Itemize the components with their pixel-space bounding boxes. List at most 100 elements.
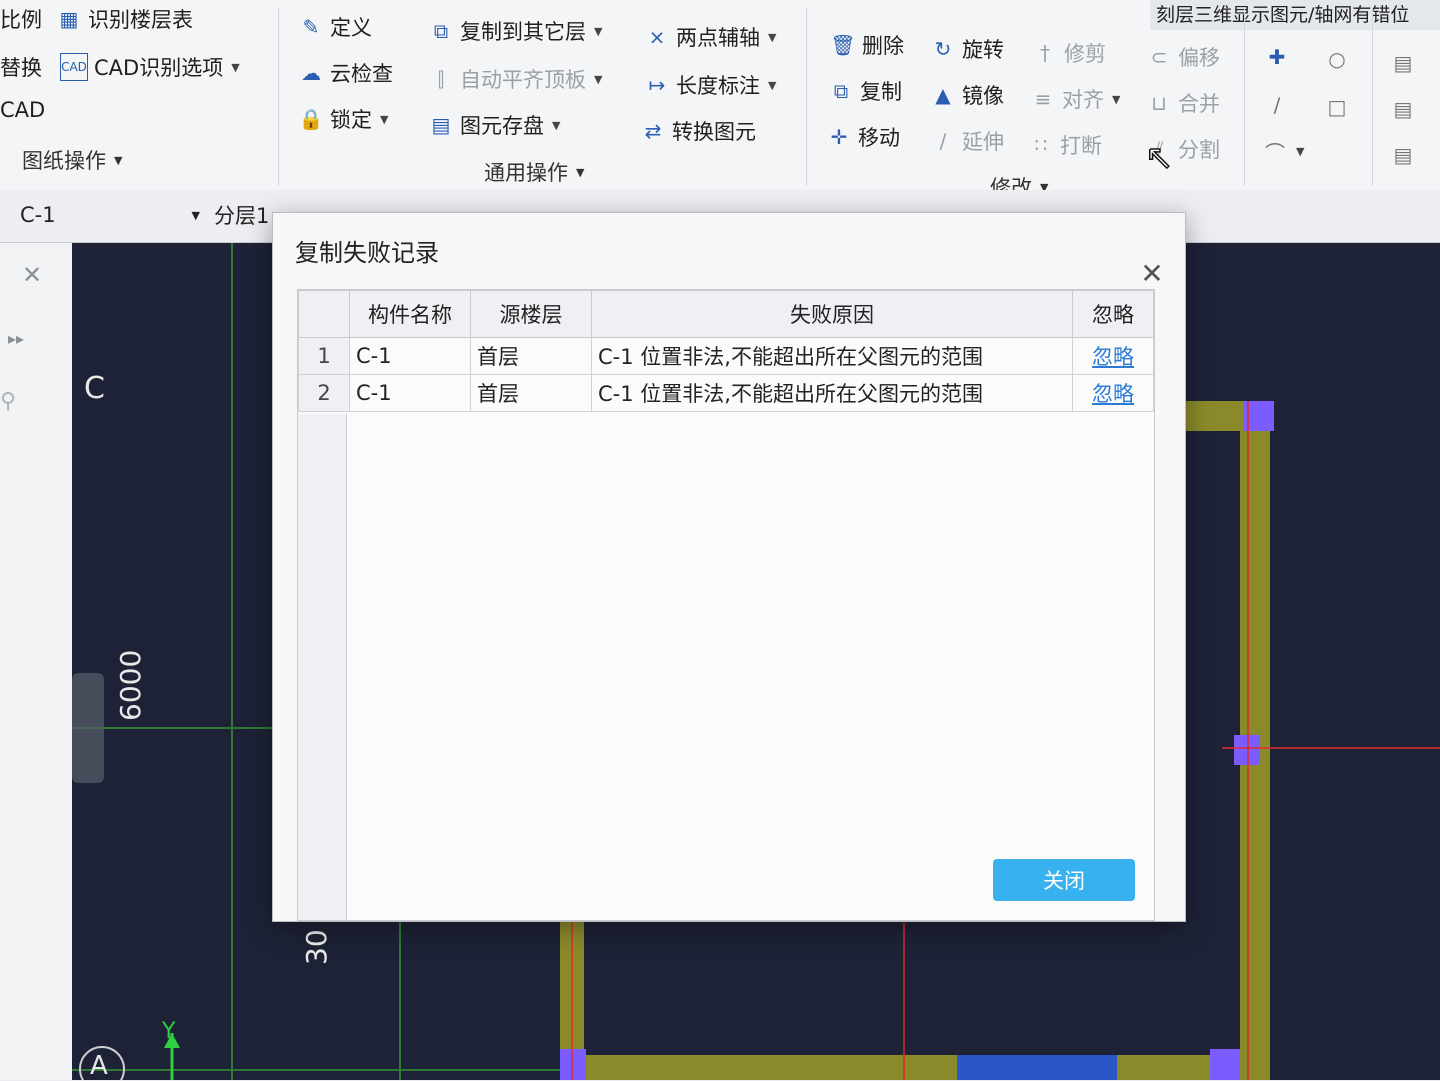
row-number: 2 (298, 374, 350, 412)
convert-icon: ⇄ (644, 119, 662, 143)
copy-to-layers-button[interactable]: ⧉ 复制到其它层 ▼ (428, 16, 603, 46)
delete-button[interactable]: 🗑 删除 (830, 30, 904, 60)
axis-icon: ⨯ (648, 25, 666, 49)
right-tool-2-button[interactable]: ▤ (1390, 96, 1416, 122)
table-header-row: 构件名称 源楼层 失败原因 忽略 (298, 290, 1154, 338)
merge-button[interactable]: ⊔ 合并 (1146, 88, 1220, 118)
align-button[interactable]: ≡ 对齐 ▼ (1030, 84, 1121, 114)
auto-align-slab-button[interactable]: ⫿ 自动平齐顶板 ▼ (428, 64, 603, 94)
component-select[interactable]: C-1 ▼ (20, 198, 200, 232)
table-row[interactable]: 1 C-1 首层 C-1 位置非法,不能超出所在父图元的范围 忽略 (298, 337, 1154, 375)
cad-options-button[interactable]: CAD CAD识别选项 ▼ (60, 52, 240, 82)
chevron-down-icon: ▼ (576, 165, 585, 179)
define-button[interactable]: ✎ 定义 (298, 12, 372, 42)
close-icon[interactable]: ✕ (22, 261, 42, 289)
mirror-label: 镜像 (962, 84, 1004, 108)
copy-button[interactable]: ⧉ 复制 (828, 76, 902, 106)
chevron-down-icon: ▼ (594, 24, 603, 38)
draw-rect-button[interactable]: □ (1324, 94, 1350, 120)
draw-arc-button[interactable]: ○ (1324, 46, 1350, 72)
table-icon: ▦ (59, 7, 79, 31)
break-label: 打断 (1060, 134, 1102, 158)
replace-button[interactable]: 替换 (0, 52, 42, 82)
save-elements-icon: ▤ (431, 113, 451, 137)
cloud-check-button[interactable]: ☁ 云检查 (298, 58, 393, 88)
row-number: 1 (298, 337, 350, 375)
layer-select-value: 分层1 (214, 204, 270, 228)
expand-icon[interactable]: ▸▸ (8, 329, 24, 348)
length-dim-label: 长度标注 (676, 74, 760, 98)
two-point-axis-button[interactable]: ⨯ 两点辅轴 ▼ (644, 22, 777, 52)
right-tool-1-button[interactable]: ▤ (1390, 50, 1416, 76)
drawing-ops-label: 图纸操作 (22, 149, 106, 173)
rotate-button[interactable]: ↻ 旋转 (930, 34, 1004, 64)
mirror-button[interactable]: ▲ 镜像 (930, 80, 1004, 110)
draw-line-button[interactable]: ∕ (1264, 92, 1290, 118)
group-divider (278, 8, 279, 186)
mirror-icon: ▲ (935, 83, 951, 107)
convert-elements-button[interactable]: ⇄ 转换图元 (640, 116, 756, 146)
offset-button[interactable]: ⊂ 偏移 (1146, 42, 1220, 72)
column-header[interactable]: 失败原因 (591, 290, 1073, 338)
extend-icon: ∕ (939, 129, 947, 153)
trim-button[interactable]: † 修剪 (1032, 38, 1106, 68)
chevron-down-icon: ▼ (114, 153, 123, 167)
break-button[interactable]: ∷ 打断 (1028, 130, 1102, 160)
layer-select[interactable]: 分层1 (214, 198, 274, 232)
close-button[interactable]: 关闭 (993, 859, 1135, 901)
define-icon: ✎ (302, 15, 320, 39)
doc-icon: ▤ (1393, 143, 1413, 167)
draw-curve-button[interactable]: ⌒ ▼ (1262, 138, 1304, 165)
doc-icon: ▤ (1393, 97, 1413, 121)
copy-to-layers-label: 复制到其它层 (460, 20, 586, 44)
dimension-text: 6000 (114, 649, 147, 721)
cad-button[interactable]: CAD (0, 98, 45, 122)
drawing-ops-group-label[interactable]: 图纸操作 ▼ (22, 145, 122, 175)
floor-table-label: 识别楼层表 (88, 8, 193, 32)
cad-label: CAD (0, 98, 46, 122)
lock-button[interactable]: 🔒 锁定 ▼ (298, 104, 389, 134)
convert-elements-label: 转换图元 (672, 120, 756, 144)
right-tool-3-button[interactable]: ▤ (1390, 142, 1416, 168)
column-header[interactable]: 忽略 (1072, 290, 1154, 338)
copy-failure-dialog: 复制失败记录 ✕ 构件名称 源楼层 失败原因 忽略 1 C-1 首层 C-1 位… (272, 212, 1186, 922)
dimension-handle (72, 673, 104, 783)
save-elements-label: 图元存盘 (460, 114, 544, 138)
general-ops-label: 通用操作 (484, 161, 568, 185)
group-divider (806, 8, 807, 186)
cell-component-name: C-1 (349, 337, 471, 375)
auto-align-slab-label: 自动平齐顶板 (460, 68, 586, 92)
cad-options-label: CAD识别选项 (94, 56, 224, 80)
ignore-link[interactable]: 忽略 (1072, 337, 1154, 375)
draw-point-button[interactable]: ✚ (1264, 44, 1290, 70)
cell-failure-reason: C-1 位置非法,不能超出所在父图元的范围 (591, 374, 1073, 412)
cell-source-floor: 首层 (470, 374, 592, 412)
mouse-cursor-icon: ↖ (1144, 137, 1174, 179)
point-icon: ✚ (1268, 45, 1286, 69)
move-button[interactable]: ✛ 移动 (826, 122, 900, 152)
search-icon[interactable]: ⚲ (0, 389, 16, 414)
axis-label-a: A (90, 1051, 108, 1081)
left-panel: ✕ ▸▸ ⚲ (0, 243, 73, 1080)
chevron-down-icon: ▼ (1112, 92, 1121, 106)
wall-segment (560, 1055, 1260, 1080)
general-ops-group-label[interactable]: 通用操作 ▼ (484, 157, 584, 187)
table-row[interactable]: 2 C-1 首层 C-1 位置非法,不能超出所在父图元的范围 忽略 (298, 374, 1154, 412)
column-header[interactable]: 源楼层 (470, 290, 592, 338)
copy-label: 复制 (860, 80, 902, 104)
ignore-link[interactable]: 忽略 (1072, 374, 1154, 412)
scale-button[interactable]: 比例 (0, 4, 42, 34)
length-dim-button[interactable]: ↦ 长度标注 ▼ (644, 70, 777, 100)
split-label: 分割 (1178, 138, 1220, 162)
cloud-check-label: 云检查 (330, 62, 393, 86)
save-elements-button[interactable]: ▤ 图元存盘 ▼ (428, 110, 561, 140)
scale-label: 比例 (0, 8, 42, 32)
floor-table-button[interactable]: ▦ 识别楼层表 (56, 4, 193, 34)
chevron-down-icon: ▼ (768, 78, 777, 92)
chevron-down-icon: ▼ (380, 112, 389, 126)
close-icon[interactable]: ✕ (1137, 259, 1167, 289)
extend-button[interactable]: ∕ 延伸 (930, 126, 1004, 156)
column-header[interactable]: 构件名称 (349, 290, 471, 338)
circle-icon: ○ (1328, 47, 1346, 71)
column-marker (1234, 735, 1260, 765)
